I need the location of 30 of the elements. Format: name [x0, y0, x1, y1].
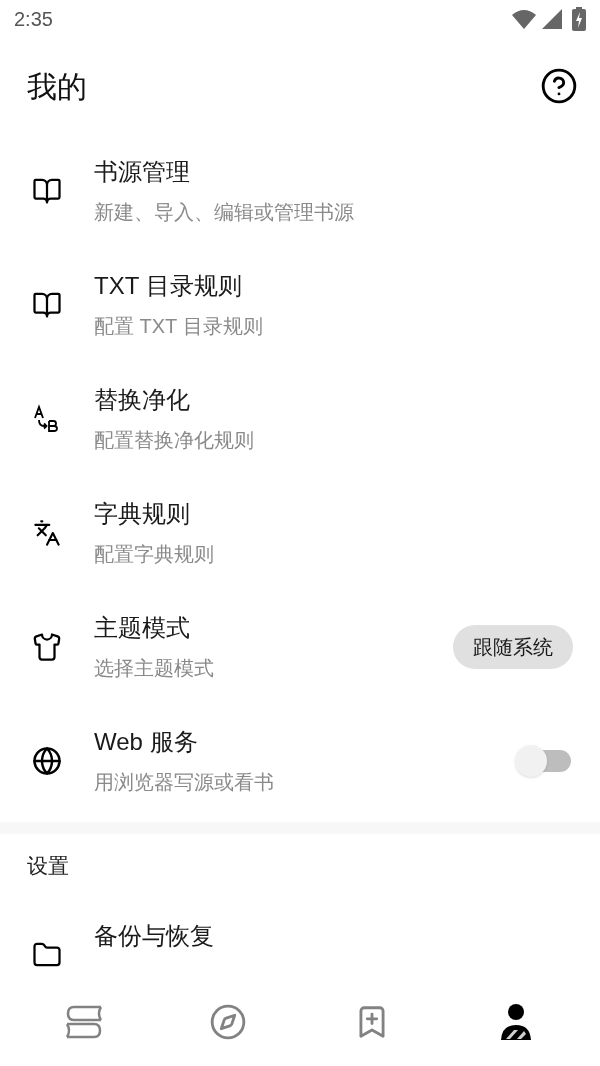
compass-icon — [209, 1003, 247, 1041]
translate-icon — [33, 519, 61, 547]
item-summary: 选择主题模式 — [94, 656, 215, 681]
item-title: 替换净化 — [94, 385, 191, 415]
item-summary: 配置字典规则 — [94, 542, 215, 567]
shirt-icon — [32, 632, 62, 662]
battery-icon — [572, 7, 586, 31]
person-icon — [498, 1003, 534, 1041]
item-summary: 新建、导入、编辑或管理书源 — [94, 200, 355, 225]
section-title: 设置 — [27, 853, 69, 880]
signal-icon — [542, 9, 562, 29]
bookshelf-icon — [64, 1004, 104, 1040]
toggle-switch[interactable] — [515, 744, 573, 778]
wifi-icon — [512, 9, 536, 29]
item-summary: 配置替换净化规则 — [94, 428, 255, 453]
item-summary: 配置 TXT 目录规则 — [94, 314, 264, 339]
book-icon — [32, 176, 62, 206]
item-title: 书源管理 — [94, 157, 191, 187]
status-time: 2:35 — [14, 7, 53, 32]
item-title: TXT 目录规则 — [94, 271, 243, 301]
page-title: 我的 — [27, 68, 87, 105]
theme-mode-chip[interactable]: 跟随系统 — [453, 625, 573, 669]
item-title: 字典规则 — [94, 499, 191, 529]
book-icon — [32, 290, 62, 320]
globe-icon — [32, 746, 62, 776]
item-summary: 用浏览器写源或看书 — [94, 770, 275, 795]
help-icon[interactable] — [540, 67, 578, 105]
item-title: 备份与恢复 — [94, 921, 215, 951]
item-title: 主题模式 — [94, 613, 191, 643]
item-title: Web 服务 — [94, 727, 199, 757]
